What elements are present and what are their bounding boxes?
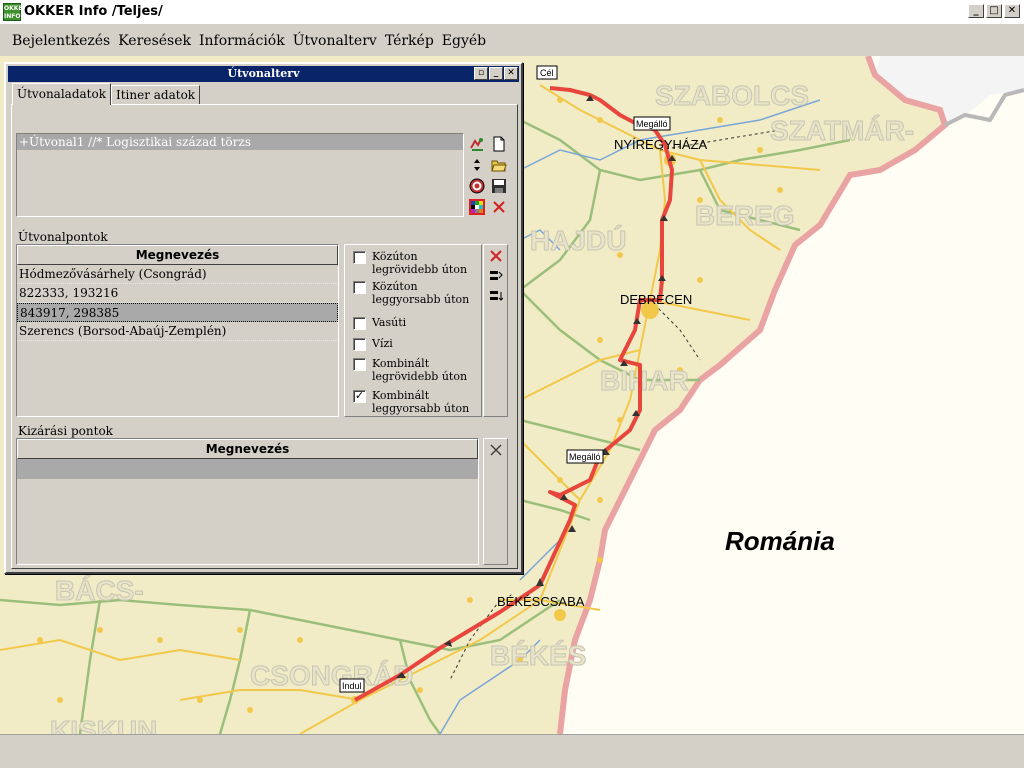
tab-utvonaladatok[interactable]: Útvonaladatok	[12, 83, 111, 105]
region-szatmar: SZATMÁR-	[770, 115, 914, 146]
close-button[interactable]: ✕	[1004, 4, 1020, 18]
mode-road-shortest[interactable]: Közúton legrövidebb úton	[353, 250, 481, 276]
checkbox[interactable]	[353, 358, 366, 371]
move-up-down-icon[interactable]	[469, 157, 485, 173]
region-bekes: BÉKÉS	[490, 640, 586, 671]
table-row[interactable]: Szerencs (Borsod-Abaúj-Zemplén)	[17, 322, 338, 341]
table-row[interactable]: 822333, 193216	[17, 284, 338, 303]
route-planner-window: Útvonalterv ▫ _ ✕ Útvonaladatok Itiner a…	[4, 62, 523, 574]
color-palette-icon[interactable]	[469, 199, 485, 215]
delete-waypoint-icon[interactable]	[489, 249, 503, 263]
city-debrecen: DEBRECEN	[620, 292, 692, 307]
route-window-minimize-button[interactable]: _	[489, 67, 503, 80]
mode-label: Közúton legrövidebb úton	[372, 250, 468, 276]
checkbox[interactable]	[353, 281, 366, 294]
exclusion-table[interactable]: Megnevezés	[16, 438, 479, 565]
tab-itiner-adatok[interactable]: Itiner adatok	[110, 85, 201, 105]
menu-item-informaciok[interactable]: Információk	[195, 33, 289, 49]
target-icon[interactable]	[469, 178, 485, 194]
mode-label: Vasúti	[372, 316, 407, 329]
route-window-title: Útvonalterv	[227, 67, 300, 80]
mode-label: Kombinált leggyorsabb úton	[372, 389, 470, 415]
mode-rail[interactable]: Vasúti	[353, 316, 406, 330]
table-row[interactable]: Hódmezővásárhely (Csongrád)	[17, 265, 338, 284]
maximize-button[interactable]: □	[986, 4, 1002, 18]
title-bar: OKKER INFO OKKER Info /Teljes/ _ □ ✕	[0, 0, 1024, 25]
menu-item-bejelentkezes[interactable]: Bejelentkezés	[8, 33, 114, 49]
mode-road-fastest[interactable]: Közúton leggyorsabb úton	[353, 280, 481, 306]
menu-item-egyeb[interactable]: Egyéb	[438, 33, 490, 49]
mode-combined-shortest[interactable]: Kombinált legrövidebb úton	[353, 357, 481, 383]
swap-waypoint-icon[interactable]	[489, 289, 504, 303]
checkbox[interactable]	[353, 251, 366, 264]
route-toolbar	[469, 136, 507, 215]
table-row[interactable]: 843917, 298385	[17, 303, 338, 322]
checkbox[interactable]	[353, 338, 366, 351]
country-label-romania: Románia	[725, 526, 835, 556]
route-mode-group: Közúton legrövidebb úton Közúton leggyor…	[344, 244, 482, 417]
checkbox-checked[interactable]: ✓	[353, 390, 366, 403]
region-bihar: BIHAR	[600, 365, 689, 396]
marker-end: Cél	[540, 68, 554, 78]
marker-stop-1: Megálló	[636, 119, 668, 129]
city-bekescsaba: BÉKÉSCSABA	[497, 594, 585, 609]
menu-item-utvonalterv[interactable]: Útvonalterv	[289, 33, 381, 49]
table-row[interactable]	[17, 459, 478, 479]
status-bar	[0, 734, 1024, 768]
menu-bar: Bejelentkezés Keresések Információk Útvo…	[0, 26, 1024, 56]
region-hajdu: HAJDÚ	[530, 225, 626, 256]
waypoints-column-header[interactable]: Megnevezés	[17, 245, 338, 265]
waypoint-toolbar	[483, 244, 508, 417]
exclusion-column-header[interactable]: Megnevezés	[17, 439, 478, 459]
waypoints-label: Útvonalpontok	[18, 230, 108, 244]
mode-label: Kombinált legrövidebb úton	[372, 357, 468, 383]
delete-exclusion-icon[interactable]	[489, 443, 503, 457]
checkbox[interactable]	[353, 317, 366, 330]
menu-item-terkep[interactable]: Térkép	[381, 33, 438, 49]
app-logo-icon: OKKER INFO	[3, 3, 28, 21]
mode-water[interactable]: Vízi	[353, 337, 393, 351]
region-kiskun: KISKUN	[50, 715, 157, 734]
region-szabolcs: SZABOLCS	[655, 80, 809, 111]
waypoints-table[interactable]: Megnevezés Hódmezővásárhely (Csongrád) 8…	[16, 244, 339, 417]
route-window-restore-button[interactable]: ▫	[474, 67, 488, 80]
mode-combined-fastest[interactable]: ✓ Kombinált leggyorsabb úton	[353, 389, 481, 415]
route-window-close-button[interactable]: ✕	[504, 67, 518, 80]
mode-label: Közúton leggyorsabb úton	[372, 280, 470, 306]
save-disk-icon[interactable]	[491, 178, 507, 194]
route-list-item[interactable]: +Útvonal1 //* Logisztikai század törzs	[17, 134, 463, 150]
app-title: OKKER Info /Teljes/	[24, 4, 163, 19]
exclusion-label: Kizárási pontok	[18, 424, 113, 438]
region-csongrad: CSONGRÁD	[250, 660, 413, 691]
routes-list[interactable]: +Útvonal1 //* Logisztikai század törzs	[16, 133, 464, 217]
region-bereg: BEREG	[695, 200, 795, 231]
delete-icon[interactable]	[491, 199, 507, 215]
document-icon[interactable]	[491, 136, 507, 152]
open-folder-icon[interactable]	[491, 157, 507, 173]
region-bacs: BÁCS-	[55, 575, 144, 606]
marker-start: Indul	[342, 681, 362, 691]
mode-label: Vízi	[372, 337, 393, 350]
minimize-button[interactable]: _	[968, 4, 984, 18]
exclusion-toolbar	[483, 438, 508, 565]
insert-waypoint-icon[interactable]	[489, 269, 503, 283]
city-nyiregyhaza: NYÍREGYHÁZA	[614, 137, 708, 152]
route-window-title-bar[interactable]: Útvonalterv ▫ _ ✕	[8, 66, 519, 82]
menu-item-keresesek[interactable]: Keresések	[114, 33, 195, 49]
route-new-icon[interactable]	[469, 136, 485, 152]
marker-stop-2: Megálló	[569, 452, 601, 462]
